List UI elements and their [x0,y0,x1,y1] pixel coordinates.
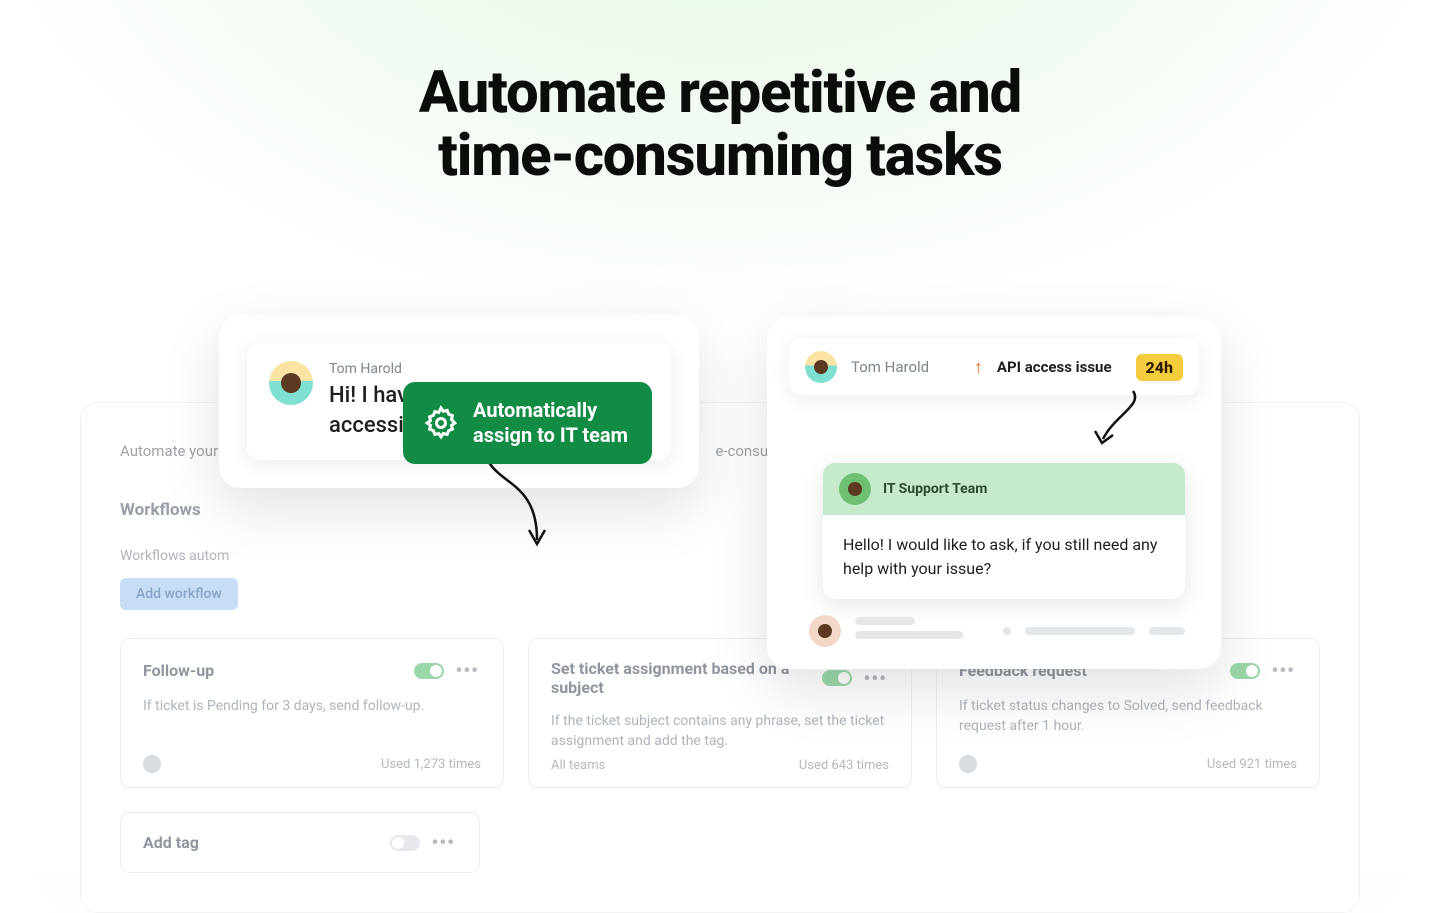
automation-action-line1: Automatically [473,398,597,422]
demo-card-ticket: Tom Harold ↑ API access issue 24h IT Sup… [767,317,1221,669]
hero-title: Automate repetitive and time-consuming t… [0,62,1440,187]
workflow-card-addtag[interactable]: Add tag ••• [120,812,480,873]
team-dot-icon [959,755,977,773]
avatar [809,615,841,647]
workflow-card-desc: If ticket is Pending for 3 days, send fo… [143,696,481,716]
agent-reply: IT Support Team Hello! I would like to a… [823,463,1185,599]
workflow-card-title: Add tag [143,833,199,852]
sla-badge: 24h [1136,354,1183,381]
more-icon[interactable]: ••• [454,659,481,682]
connector-arrow-icon [1085,385,1155,455]
avatar [269,361,313,405]
add-workflow-button[interactable]: Add workflow [120,578,238,610]
workflow-teams: All teams [551,758,605,773]
workflow-usage: Used 921 times [1207,757,1297,772]
sender-name: Tom Harold [851,358,960,376]
workflow-card-desc: If the ticket subject contains any phras… [551,711,889,752]
skeleton-placeholder [855,617,989,645]
toggle-switch[interactable] [1230,663,1260,679]
avatar [805,351,837,383]
reply-team-name: IT Support Team [883,481,987,497]
reply-body: Hello! I would like to ask, if you still… [823,515,1185,599]
automation-action-pill: Automatically assign to IT team [403,382,652,464]
hero-line-1: Automate repetitive and [419,59,1021,127]
more-icon[interactable]: ••• [430,831,457,854]
automation-action-line2: assign to IT team [473,423,628,447]
typing-indicator [809,615,1185,647]
workflow-usage: Used 643 times [799,758,889,773]
workflow-card-title: Follow-up [143,661,214,680]
toggle-switch[interactable] [822,670,852,686]
hero-line-2: time-consuming tasks [438,122,1002,190]
reply-header: IT Support Team [823,463,1185,515]
automation-action-text: Automatically assign to IT team [473,398,628,448]
ticket-summary: Tom Harold ↑ API access issue 24h [789,339,1199,395]
demo-card-message: Tom Harold Hi! I have a problem with acc… [219,315,699,488]
priority-up-icon: ↑ [974,357,983,378]
team-dot-icon [143,755,161,773]
workflow-card-desc: If ticket status changes to Solved, send… [959,696,1297,737]
sender-name: Tom Harold [329,361,649,377]
avatar [839,473,871,505]
skeleton-placeholder [1003,627,1185,635]
more-icon[interactable]: ••• [862,667,889,690]
toggle-switch[interactable] [414,663,444,679]
toggle-switch[interactable] [390,835,420,851]
gear-icon [423,405,459,441]
ticket-subject: API access issue [997,358,1112,376]
workflow-card-followup[interactable]: Follow-up ••• If ticket is Pending for 3… [120,638,504,788]
workflow-usage: Used 1,273 times [381,757,481,772]
more-icon[interactable]: ••• [1270,659,1297,682]
